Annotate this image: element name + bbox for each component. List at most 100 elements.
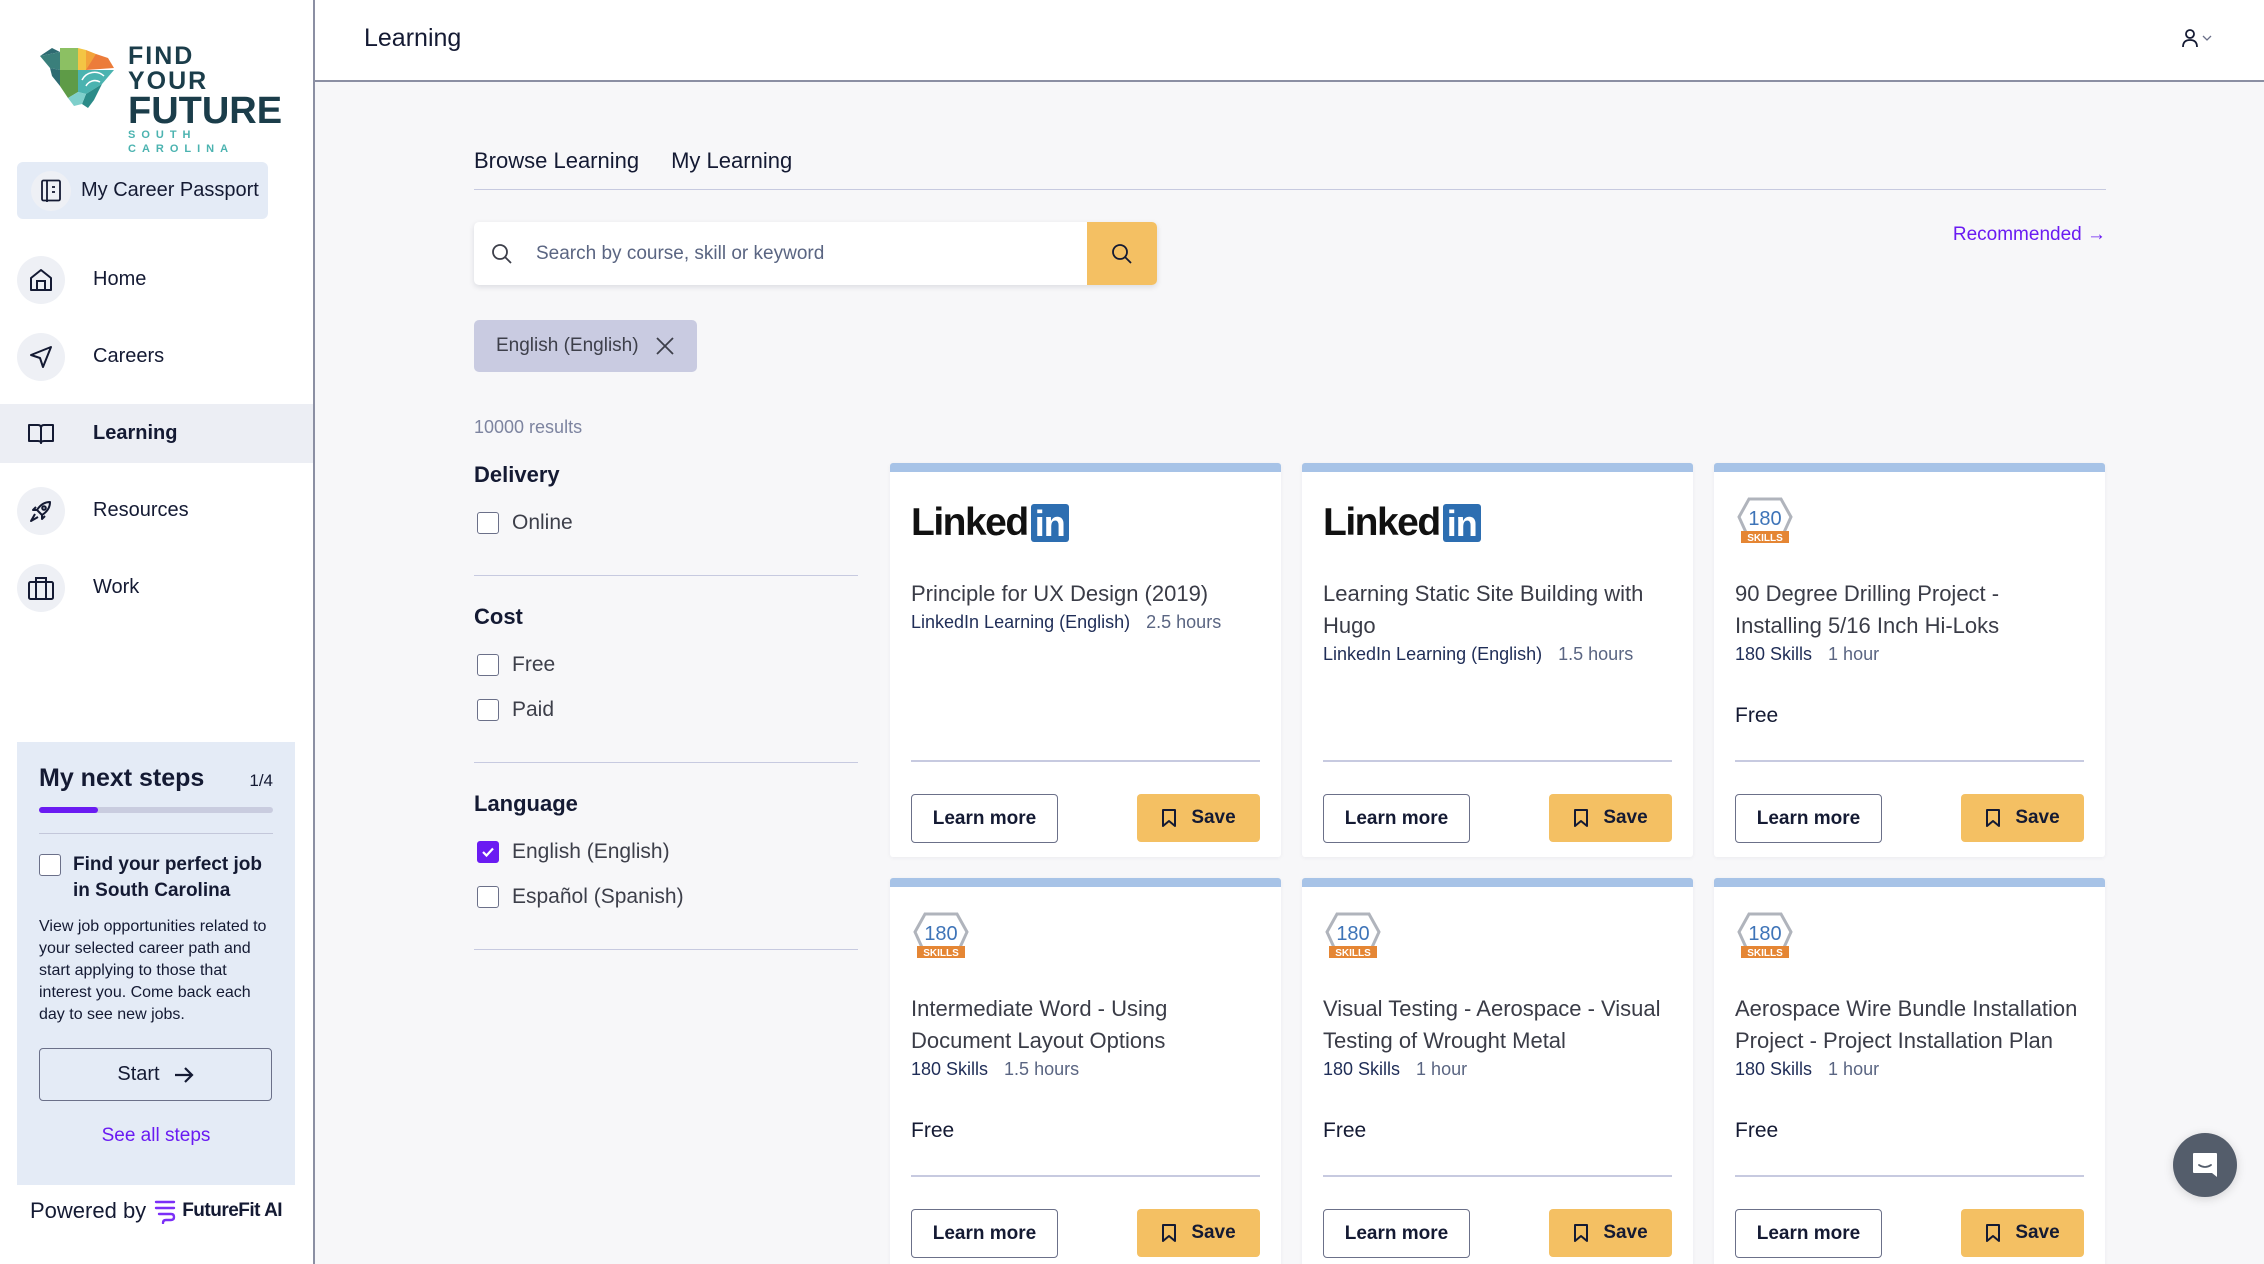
recommended-link[interactable]: Recommended → <box>1953 224 2106 246</box>
checkbox-checked[interactable] <box>477 841 499 863</box>
learn-more-button[interactable]: Learn more <box>911 794 1058 843</box>
sidebar-item-careers[interactable]: Careers <box>0 327 313 386</box>
learn-more-button[interactable]: Learn more <box>1735 1209 1882 1258</box>
svg-text:SKILLS: SKILLS <box>923 948 959 959</box>
futurefit-brand: FutureFit AI <box>182 1200 283 1221</box>
bookmark-icon <box>1574 1224 1589 1242</box>
search-submit-button[interactable] <box>1087 222 1157 285</box>
futurefit-mark-icon <box>154 1200 176 1224</box>
course-price: Free <box>911 1119 955 1142</box>
sidebar-nav: Home Careers Learning Resources Work <box>0 250 313 635</box>
course-title[interactable]: Visual Testing - Aerospace - Visual Test… <box>1323 993 1672 1057</box>
see-all-steps-link[interactable]: See all steps <box>39 1125 273 1147</box>
page-title: Learning <box>364 24 462 52</box>
learn-more-button[interactable]: Learn more <box>1323 794 1470 843</box>
course-price: Free <box>1735 704 1779 727</box>
save-button[interactable]: Save <box>1961 794 2084 842</box>
save-button[interactable]: Save <box>1961 1209 2084 1257</box>
step-description: View job opportunities related to your s… <box>39 918 267 1023</box>
briefcase-icon <box>17 563 65 612</box>
learn-more-button[interactable]: Learn more <box>911 1209 1058 1258</box>
checkbox[interactable] <box>477 886 499 908</box>
save-button[interactable]: Save <box>1549 794 1672 842</box>
home-icon <box>17 255 65 304</box>
sidebar-item-learning[interactable]: Learning <box>0 404 313 463</box>
bookmark-icon <box>1986 809 2001 827</box>
course-provider: LinkedIn Learning (English) <box>911 612 1131 632</box>
filter-option-free[interactable]: Free <box>474 650 858 680</box>
course-card: Linked in Learning Static Site Building w… <box>1302 463 1693 857</box>
career-passport-button[interactable]: My Career Passport <box>17 162 268 219</box>
tab-browse-learning[interactable]: Browse Learning <box>474 148 639 189</box>
sidebar-item-label: Work <box>93 576 140 598</box>
checkbox[interactable] <box>477 512 499 534</box>
find-your-future-logo[interactable]: FIND YOUR FUTURE SOUTH CAROLINA <box>38 44 282 155</box>
top-header: Learning <box>315 0 2264 82</box>
learn-more-button[interactable]: Learn more <box>1323 1209 1470 1258</box>
navigation-arrow-icon <box>17 332 65 381</box>
search-input[interactable] <box>536 242 1056 265</box>
filter-option-english[interactable]: English (English) <box>474 837 858 867</box>
checkbox[interactable] <box>477 699 499 721</box>
tab-my-learning[interactable]: My Learning <box>671 148 792 189</box>
next-steps-progress-bar <box>39 807 273 813</box>
course-duration: 1.5 hours <box>1004 1059 1080 1079</box>
active-filter-chip: English (English) <box>474 320 697 372</box>
sidebar-item-resources[interactable]: Resources <box>0 481 313 540</box>
course-title[interactable]: 90 Degree Drilling Project - Installing … <box>1735 578 2084 642</box>
divider <box>1323 760 1672 762</box>
course-title[interactable]: Aerospace Wire Bundle Installation Proje… <box>1735 993 2084 1057</box>
filter-option-online[interactable]: Online <box>474 508 858 538</box>
filter-option-paid[interactable]: Paid <box>474 695 858 725</box>
svg-text:SKILLS: SKILLS <box>1747 533 1783 544</box>
sidebar-item-work[interactable]: Work <box>0 558 313 617</box>
180-skills-logo-icon: 180 SKILLS <box>1737 497 1793 544</box>
filter-heading: Language <box>474 791 578 816</box>
filter-heading: Delivery <box>474 462 560 487</box>
filter-option-label: Online <box>512 511 573 534</box>
results-count: 10000 results <box>474 417 583 437</box>
course-title[interactable]: Principle for UX Design (2019) <box>911 578 1260 610</box>
step-checkbox[interactable] <box>39 854 61 876</box>
bookmark-icon <box>1574 809 1589 827</box>
filter-group-cost: Cost Free Paid <box>474 604 858 763</box>
next-steps-title: My next steps <box>39 764 205 792</box>
svg-text:180: 180 <box>924 923 957 945</box>
180-skills-logo: 180 SKILLS <box>911 907 1260 969</box>
course-provider: 180 Skills <box>1735 644 1813 664</box>
learn-more-button[interactable]: Learn more <box>1735 794 1882 843</box>
svg-text:SKILLS: SKILLS <box>1335 948 1371 959</box>
course-provider: 180 Skills <box>1323 1059 1401 1079</box>
180-skills-logo: 180 SKILLS <box>1323 907 1672 969</box>
filter-option-spanish[interactable]: Español (Spanish) <box>474 882 858 912</box>
bookmark-icon <box>1162 1224 1177 1242</box>
logo-line-3: SOUTH CAROLINA <box>128 129 235 155</box>
close-icon[interactable] <box>655 336 675 356</box>
course-title[interactable]: Learning Static Site Building with Hugo <box>1323 578 1672 642</box>
course-title[interactable]: Intermediate Word - Using Document Layou… <box>911 993 1260 1057</box>
course-duration: 2.5 hours <box>1146 612 1222 632</box>
user-icon <box>2182 29 2198 48</box>
save-button[interactable]: Save <box>1137 1209 1260 1257</box>
chevron-down-icon <box>2202 35 2212 41</box>
linkedin-in-badge: in <box>1442 504 1481 544</box>
180-skills-logo-icon: 180 SKILLS <box>1325 912 1381 959</box>
course-card: 180 SKILLS Visual Testing - Aerospace - V… <box>1302 878 1693 1264</box>
sidebar-item-home[interactable]: Home <box>0 250 313 309</box>
user-menu-button[interactable] <box>2180 28 2212 48</box>
futurefit-logo[interactable]: FutureFit AI <box>154 1198 283 1224</box>
linkedin-in-badge: in <box>1030 504 1069 544</box>
course-card: 180 SKILLS Aerospace Wire Bundle Installa… <box>1714 878 2105 1264</box>
filter-heading: Cost <box>474 604 523 629</box>
start-button[interactable]: Start <box>39 1048 272 1101</box>
save-button[interactable]: Save <box>1549 1209 1672 1257</box>
checkbox[interactable] <box>477 654 499 676</box>
course-meta: 180 Skills 1 hour <box>1323 1059 1672 1080</box>
bookmark-icon <box>1986 1224 2001 1242</box>
arrow-right-icon <box>174 1066 194 1083</box>
chat-icon <box>2193 1153 2217 1177</box>
course-meta: 180 Skills 1 hour <box>1735 644 2084 665</box>
chat-support-button[interactable] <box>2173 1133 2237 1197</box>
sidebar-item-label: Learning <box>93 422 178 444</box>
save-button[interactable]: Save <box>1137 794 1260 842</box>
